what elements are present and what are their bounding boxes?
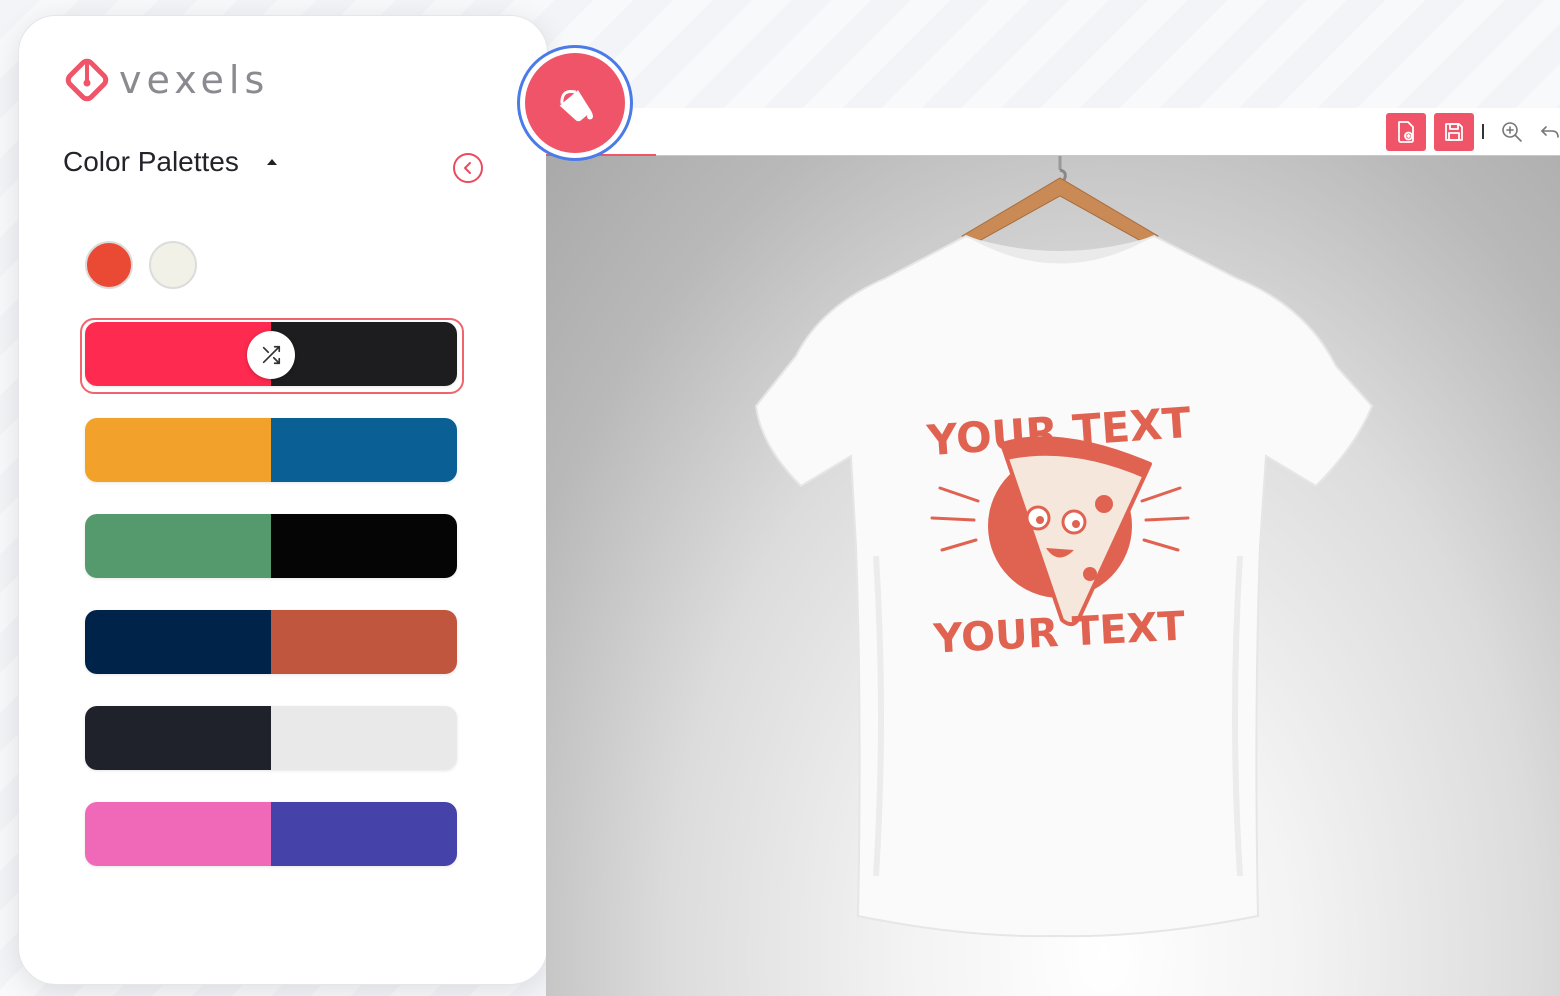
- palette-option[interactable]: [85, 514, 457, 578]
- tshirt-mockup: YOUR TEXT YOUR TEXT: [754, 156, 1374, 938]
- palette-color-b: [271, 322, 457, 386]
- palette-option[interactable]: [85, 706, 457, 770]
- caret-up-icon: [266, 159, 277, 165]
- toolbar-divider: [1482, 124, 1484, 139]
- new-document-icon: [1398, 121, 1414, 143]
- fill-tool-button[interactable]: [525, 53, 625, 153]
- editor-area: YOUR TEXT YOUR TEXT: [546, 108, 1560, 996]
- palette-option[interactable]: [85, 802, 457, 866]
- swatch-primary[interactable]: [85, 241, 133, 289]
- save-button[interactable]: [1434, 113, 1474, 151]
- palette-color-b: [271, 802, 457, 866]
- palette-color-b: [271, 514, 457, 578]
- palette-color-a: [85, 322, 271, 386]
- palette-color-a: [85, 418, 271, 482]
- vexels-logo[interactable]: vexels: [63, 56, 269, 104]
- palette-color-a: [85, 514, 271, 578]
- palette-color-b: [271, 610, 457, 674]
- palette-color-b: [271, 418, 457, 482]
- vexels-logo-icon: [63, 56, 111, 104]
- palette-color-a: [85, 802, 271, 866]
- undo-icon[interactable]: [1540, 120, 1560, 149]
- shuffle-icon: [262, 345, 281, 365]
- zoom-in-icon[interactable]: [1500, 120, 1524, 149]
- paint-bucket-icon: [559, 90, 593, 122]
- design-canvas[interactable]: YOUR TEXT YOUR TEXT: [546, 156, 1560, 996]
- brand-name: vexels: [119, 58, 270, 102]
- editor-toolbar: [546, 108, 1560, 156]
- new-document-button[interactable]: [1386, 113, 1426, 151]
- fill-tool-button-ring: [517, 45, 633, 161]
- shuffle-colors-button[interactable]: [247, 331, 295, 379]
- save-icon: [1445, 123, 1463, 141]
- color-palette-panel: vexels Color Palettes: [18, 15, 548, 985]
- palette-section-header[interactable]: Color Palettes: [63, 146, 277, 178]
- palette-color-a: [85, 706, 271, 770]
- collapse-panel-button[interactable]: [453, 153, 483, 183]
- palette-section-title: Color Palettes: [63, 146, 239, 177]
- chevron-left-icon: [464, 162, 471, 174]
- palette-color-b: [271, 706, 457, 770]
- swatch-secondary[interactable]: [149, 241, 197, 289]
- palette-option[interactable]: [85, 418, 457, 482]
- palette-option[interactable]: [85, 610, 457, 674]
- palette-color-a: [85, 610, 271, 674]
